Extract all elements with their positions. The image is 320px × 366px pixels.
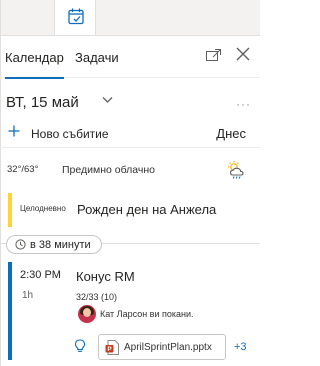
weather-condition: Предимно облачно [62, 164, 155, 176]
partly-cloudy-rain-icon [228, 161, 244, 179]
today-button[interactable]: Днес [216, 126, 246, 141]
all-day-label: Целодневно [20, 204, 66, 213]
pop-out-icon[interactable] [206, 49, 221, 61]
calendar-app-tab[interactable] [54, 0, 96, 36]
current-date: ВТ, 15 май [6, 94, 79, 111]
tab-bar: Календар Задачи [0, 36, 260, 79]
avatar [78, 305, 96, 323]
all-day-event-title: Рожден ден на Анжела [77, 202, 217, 217]
more-options-icon[interactable]: ··· [236, 97, 251, 111]
more-attachments-link[interactable]: +3 [234, 341, 247, 353]
new-event-row: Ново събитие Днес [0, 120, 260, 148]
event-card[interactable]: 2:30 PM 1h Конус RM 32/33 (10) Кат Ларсо… [0, 262, 260, 366]
event-attendee-count: 32/33 (10) [76, 292, 118, 302]
tab-tasks[interactable]: Задачи [75, 50, 119, 65]
calendar-check-icon [68, 8, 84, 25]
tab-calendar[interactable]: Календар [5, 50, 64, 79]
all-day-event[interactable]: Целодневно Рожден ден на Анжела [0, 190, 260, 232]
svg-text:P: P [107, 346, 112, 353]
event-title: Конус RM [76, 269, 135, 284]
lightbulb-icon[interactable] [74, 339, 86, 353]
new-event-button[interactable]: Ново събитие [31, 127, 109, 141]
weather-row: 32°/63° Предимно облачно [0, 156, 260, 184]
event-duration: 1h [22, 290, 34, 301]
powerpoint-file-icon: P [105, 340, 119, 355]
close-icon[interactable] [236, 47, 250, 61]
weather-temperature: 32°/63° [7, 164, 39, 175]
attachment-name: AprilSprintPlan.pptx [124, 342, 212, 353]
invite-text: Кат Ларсон ви покани. [100, 309, 194, 319]
app-bar [0, 0, 260, 366]
time-until-label: в 38 минути [30, 238, 91, 251]
next-event-chip: в 38 минути [6, 235, 102, 254]
plus-icon[interactable] [8, 125, 20, 137]
clock-icon [15, 239, 26, 250]
chevron-down-icon[interactable] [102, 96, 113, 104]
attachment-chip[interactable]: P AprilSprintPlan.pptx [98, 334, 226, 360]
event-time: 2:30 PM [20, 269, 61, 281]
event-color-bar [8, 193, 12, 227]
event-color-bar [8, 262, 12, 360]
